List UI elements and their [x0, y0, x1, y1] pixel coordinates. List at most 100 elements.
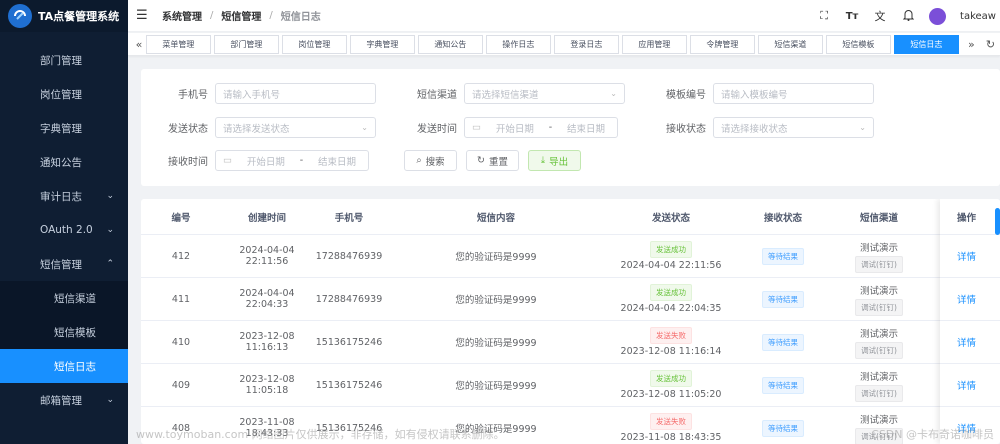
channel-label: 短信渠道 [417, 90, 457, 101]
sidebar-item-label: 通知公告 [40, 156, 82, 169]
detail-link[interactable]: 详情 [957, 249, 976, 263]
channel-stack: 测试演示 调试(钉钉) [831, 412, 927, 444]
export-button[interactable]: ⤓ 导出 [528, 150, 581, 171]
tag-item[interactable]: 令牌管理 [689, 34, 755, 54]
chevron-icon: ⌄ [106, 191, 114, 201]
bell-icon[interactable] [901, 9, 915, 24]
send-time-range[interactable]: ▭ 开始日期 - 结束日期 [464, 117, 618, 138]
sidebar-item[interactable]: 审计日志 ⌄ [0, 179, 128, 213]
column-header-action: 操作 [940, 199, 1000, 235]
sidebar-item-label: OAuth 2.0 [40, 224, 93, 236]
translate-icon[interactable]: 文 [873, 8, 887, 24]
refresh-icon[interactable]: ↻ [981, 38, 1000, 51]
refresh-icon: ↻ [477, 155, 485, 166]
tag-item[interactable]: 字典管理 [349, 34, 415, 54]
channel-code-badge: 调试(钉钉) [855, 255, 903, 273]
tag-item[interactable]: 短信模板 [825, 34, 891, 54]
cell-receive-status: 等待结果 [735, 376, 831, 394]
send-status-stack: 发送成功 2024-04-04 22:11:56 [607, 241, 735, 271]
tag-item[interactable]: 通知公告 [417, 34, 483, 54]
cell-id: 410 [171, 336, 191, 348]
breadcrumb-item-system[interactable]: 系统管理 [162, 8, 202, 23]
sidebar-item[interactable]: 短信日志 [0, 349, 128, 383]
send-time: 2023-12-08 11:16:14 [620, 346, 722, 357]
table-header: 编号 创建时间 手机号 短信内容 发送状态 接收状态 短信渠道 操作 [141, 199, 1000, 235]
sidebar-item-label: 审计日志 [40, 190, 82, 203]
send-time: 2024-04-04 22:04:35 [620, 303, 722, 314]
tags-scroll-left-icon[interactable]: « [132, 38, 146, 51]
column-header: 接收状态 [763, 212, 802, 224]
font-size-icon[interactable]: Tт [845, 11, 859, 22]
receive-time-end[interactable]: 结束日期 [318, 154, 356, 168]
sidebar-item[interactable]: 岗位管理 [0, 77, 128, 111]
fullscreen-icon[interactable]: ⛶ [817, 9, 831, 23]
cell-content: 您的验证码是9999 [455, 338, 537, 349]
detail-link[interactable]: 详情 [957, 335, 976, 349]
action-cell: 详情 [940, 407, 1000, 444]
tag-item[interactable]: 短信日志 [893, 34, 959, 54]
app-logo[interactable]: TA点餐管理系统 [0, 0, 128, 32]
status-badge: 发送成功 [650, 284, 692, 301]
header-tools: ⛶ Tт 文 takeaw [817, 0, 1000, 32]
username[interactable]: takeaw [960, 11, 996, 22]
cell-mobile: 15136175246 [315, 336, 383, 348]
breadcrumb-item-current: 短信日志 [280, 12, 321, 23]
tag-item[interactable]: 登录日志 [553, 34, 619, 54]
cell-id: 411 [171, 293, 191, 305]
template-input[interactable]: 请输入模板编号 [713, 83, 874, 104]
send-time-label: 发送时间 [417, 124, 457, 135]
send-time-end[interactable]: 结束日期 [567, 121, 605, 135]
reset-button-label: 重置 [488, 156, 508, 168]
cell-mobile: 17288476939 [315, 293, 383, 305]
sidebar-item[interactable]: 短信模板 [0, 315, 128, 349]
receive-time-range[interactable]: ▭ 开始日期 - 结束日期 [215, 150, 369, 171]
send-status-select[interactable]: 请选择发送状态 ⌄ [215, 117, 376, 138]
cell-send-status: 发送成功 2024-04-04 22:11:56 [607, 241, 735, 271]
tags-view: « 菜单管理 部门管理 岗位管理 字典管理 通知公告 操作日志 登录日志 应用管理 令牌管理 短信… [128, 33, 1000, 56]
tag-item[interactable]: 部门管理 [213, 34, 279, 54]
detail-link[interactable]: 详情 [957, 292, 976, 306]
tag-item[interactable]: 短信渠道 [757, 34, 823, 54]
fixed-action-column: 操作 详情 详情 详情 详情 详情 [940, 199, 1000, 444]
page-scrollbar[interactable] [995, 208, 1000, 235]
table-row: 411 2024-04-04 22:04:33 17288476939 您的验证码是9… [141, 278, 1000, 321]
breadcrumb-item-sms[interactable]: 短信管理 [221, 8, 261, 23]
mobile-input[interactable]: 请输入手机号 [215, 83, 376, 104]
reset-button[interactable]: ↻ 重置 [466, 150, 519, 171]
tag-item[interactable]: 菜单管理 [145, 34, 211, 54]
avatar[interactable] [929, 7, 947, 25]
sidebar-item[interactable]: 通知公告 [0, 145, 128, 179]
search-button[interactable]: ⌕ 搜索 [404, 150, 457, 171]
detail-link[interactable]: 详情 [957, 421, 976, 435]
tag-item[interactable]: 操作日志 [485, 34, 551, 54]
hamburger-icon[interactable]: ☰ [136, 8, 162, 23]
table-row: 410 2023-12-08 11:16:13 15136175246 您的验证码是9… [141, 321, 1000, 364]
sidebar-item[interactable]: 邮箱管理 ⌄ [0, 383, 128, 417]
send-time: 2023-11-08 18:43:35 [620, 432, 722, 443]
sidebar-item[interactable]: 短信渠道 [0, 281, 128, 315]
sidebar-item[interactable]: 字典管理 [0, 111, 128, 145]
calendar-icon: ▭ [472, 122, 481, 133]
cell-channel: 测试演示 调试(钉钉) [831, 283, 927, 316]
channel-code-badge: 调试(钉钉) [855, 298, 903, 316]
channel-select[interactable]: 请选择短信渠道 ⌄ [464, 83, 625, 104]
receive-status-select[interactable]: 请选择接收状态 ⌄ [713, 117, 874, 138]
cell-receive-status: 等待结果 [735, 419, 831, 437]
tags-scroll-right-icon[interactable]: » [962, 38, 981, 51]
tag-item[interactable]: 应用管理 [621, 34, 687, 54]
receive-time-start[interactable]: 开始日期 [247, 154, 285, 168]
send-time-start[interactable]: 开始日期 [496, 121, 534, 135]
status-badge: 发送成功 [650, 241, 692, 258]
sidebar-item[interactable]: OAuth 2.0 ⌄ [0, 213, 128, 247]
detail-link[interactable]: 详情 [957, 378, 976, 392]
status-badge: 等待结果 [762, 290, 804, 308]
sidebar-item[interactable]: 部门管理 [0, 43, 128, 77]
action-cells: 详情 详情 详情 详情 详情 [940, 235, 1000, 444]
status-badge: 发送失败 [650, 327, 692, 344]
send-status-stack: 发送成功 2023-12-08 11:05:20 [607, 370, 735, 400]
channel-name: 测试演示 [859, 371, 898, 383]
action-cell: 详情 [940, 235, 1000, 278]
sidebar-item[interactable]: 短信管理 ⌃ [0, 247, 128, 281]
tag-item[interactable]: 岗位管理 [281, 34, 347, 54]
channel-code-badge: 调试(钉钉) [855, 427, 903, 444]
